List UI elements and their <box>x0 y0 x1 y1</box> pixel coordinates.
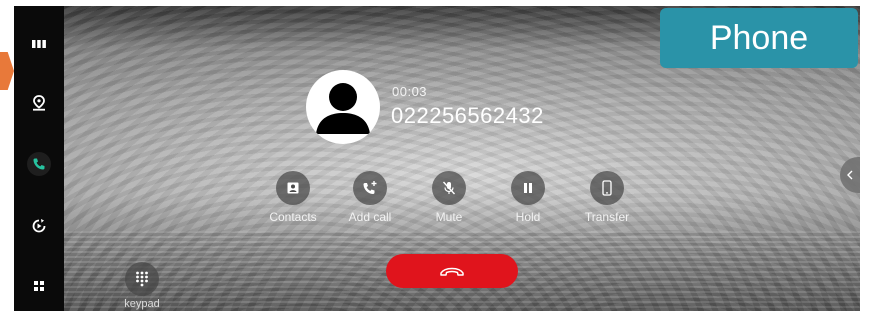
contacts-button[interactable]: Contacts <box>258 171 328 224</box>
mute-button[interactable]: Mute <box>414 171 484 224</box>
hold-button-circle[interactable] <box>511 171 545 205</box>
transfer-label: Transfer <box>584 210 630 224</box>
keypad-label: keypad <box>124 298 160 310</box>
caller-number: 022256562432 <box>391 103 544 128</box>
add-call-label: Add call <box>348 210 392 224</box>
pause-icon <box>524 183 532 193</box>
hold-button[interactable]: Hold <box>493 171 563 224</box>
add-call-icon <box>363 181 377 195</box>
transfer-button[interactable]: Transfer <box>572 171 642 224</box>
home-grid-icon <box>34 281 44 291</box>
add-call-button[interactable]: Add call <box>335 171 405 224</box>
person-icon <box>316 83 370 134</box>
sidebar-item-media[interactable] <box>27 214 51 238</box>
transfer-button-circle[interactable] <box>590 171 624 205</box>
contacts-icon <box>287 182 299 194</box>
keypad-button-circle[interactable] <box>125 262 159 296</box>
app-title-badge: Phone <box>660 8 858 68</box>
chevron-left-icon <box>847 170 853 180</box>
end-call-button[interactable] <box>386 254 518 288</box>
media-icon <box>32 219 46 233</box>
pointer-arrow <box>0 52 14 90</box>
sidebar-item-apps[interactable] <box>27 32 51 56</box>
keypad-button[interactable]: keypad <box>122 262 162 310</box>
dialpad-icon <box>136 271 148 287</box>
phone-icon <box>33 158 45 170</box>
transfer-phone-icon <box>602 180 612 196</box>
mute-button-circle[interactable] <box>432 171 466 205</box>
add-call-button-circle[interactable] <box>353 171 387 205</box>
sidebar-item-home[interactable] <box>27 274 51 298</box>
mute-label: Mute <box>435 210 463 224</box>
contacts-label: Contacts <box>269 210 317 224</box>
hold-label: Hold <box>515 210 541 224</box>
call-duration: 00:03 <box>392 84 428 99</box>
sidebar <box>14 6 64 311</box>
mute-icon <box>442 181 456 195</box>
caller-avatar <box>306 70 380 144</box>
sidebar-item-phone[interactable] <box>27 152 51 176</box>
contacts-button-circle[interactable] <box>276 171 310 205</box>
sidebar-item-navigation[interactable] <box>27 91 51 115</box>
hang-up-icon <box>440 267 464 276</box>
map-pin-icon <box>33 95 45 111</box>
apps-grid-icon <box>32 40 46 48</box>
car-head-unit-screen: Phone 00:03 022256562432 Contacts Add ca… <box>0 0 872 317</box>
